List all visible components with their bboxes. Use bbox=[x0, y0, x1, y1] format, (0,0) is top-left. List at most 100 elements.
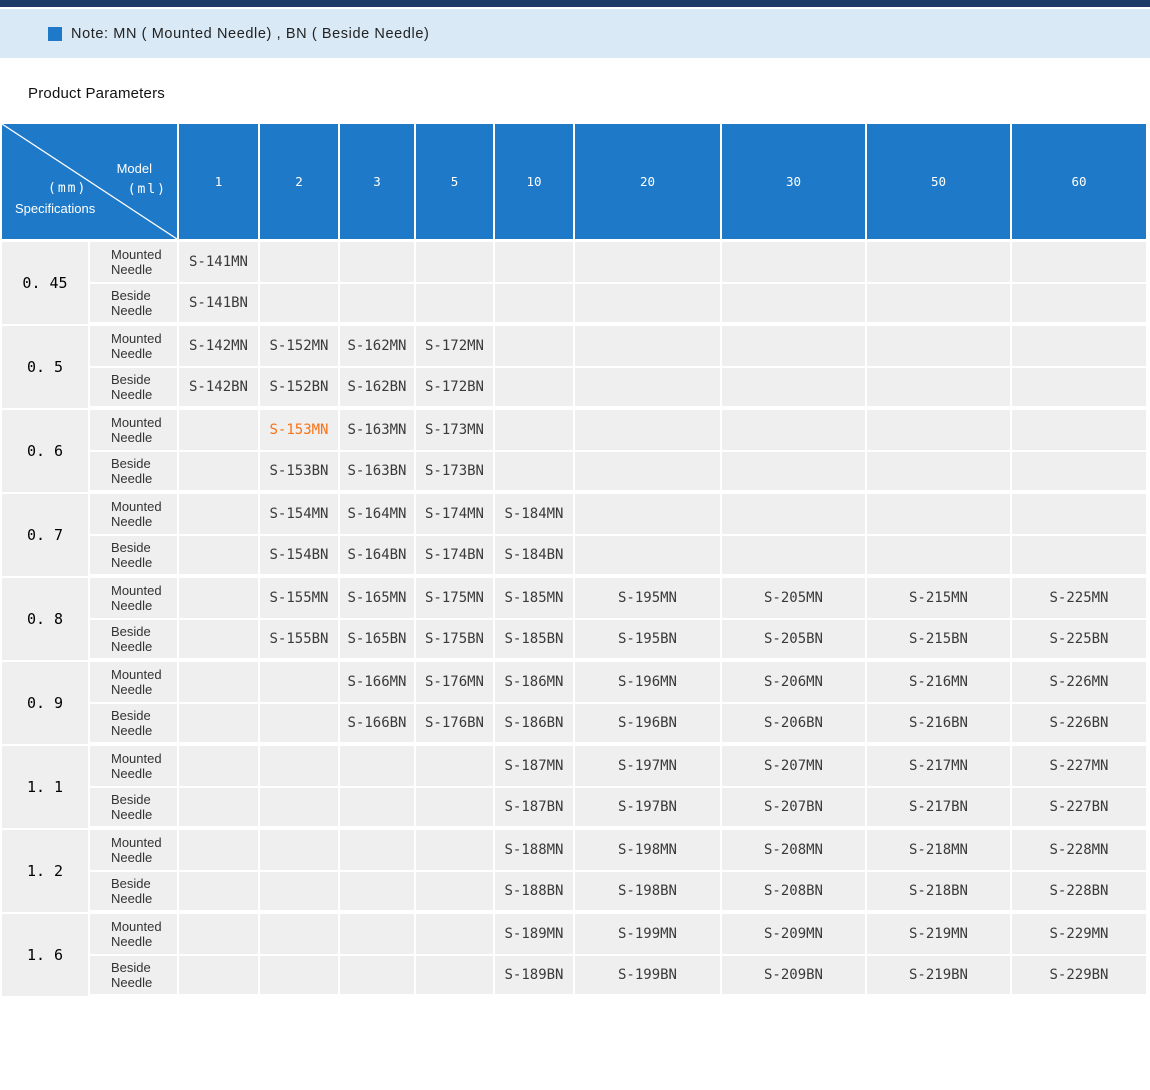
model-cell: S-209MN bbox=[722, 914, 867, 956]
empty-cell bbox=[575, 284, 722, 326]
model-cell: S-164MN bbox=[340, 494, 416, 536]
mounted-needle-label: MountedNeedle bbox=[90, 578, 179, 620]
model-cell: S-225BN bbox=[1012, 620, 1148, 662]
model-cell: S-163BN bbox=[340, 452, 416, 494]
model-cell: S-227MN bbox=[1012, 746, 1148, 788]
model-cell: S-217MN bbox=[867, 746, 1012, 788]
empty-cell bbox=[416, 872, 495, 914]
empty-cell bbox=[179, 704, 260, 746]
empty-cell bbox=[179, 662, 260, 704]
spec-label: 0. 6 bbox=[2, 410, 90, 494]
model-cell: S-197BN bbox=[575, 788, 722, 830]
beside-needle-label: BesideNeedle bbox=[90, 788, 179, 830]
empty-cell bbox=[179, 578, 260, 620]
empty-cell bbox=[495, 368, 575, 410]
table-row: BesideNeedleS-155BNS-165BNS-175BNS-185BN… bbox=[2, 620, 1148, 662]
empty-cell bbox=[179, 494, 260, 536]
empty-cell bbox=[179, 830, 260, 872]
empty-cell bbox=[1012, 494, 1148, 536]
empty-cell bbox=[867, 326, 1012, 368]
empty-cell bbox=[416, 914, 495, 956]
beside-needle-label: BesideNeedle bbox=[90, 536, 179, 578]
corner-specifications-label: (mm) Specifications bbox=[15, 180, 95, 217]
mounted-needle-label: MountedNeedle bbox=[90, 242, 179, 284]
empty-cell bbox=[179, 746, 260, 788]
spec-label: 0. 7 bbox=[2, 494, 90, 578]
empty-cell bbox=[416, 788, 495, 830]
spec-label: 0. 45 bbox=[2, 242, 90, 326]
mounted-needle-label: MountedNeedle bbox=[90, 662, 179, 704]
model-cell: S-216MN bbox=[867, 662, 1012, 704]
model-cell: S-162BN bbox=[340, 368, 416, 410]
empty-cell bbox=[1012, 368, 1148, 410]
empty-cell bbox=[722, 410, 867, 452]
column-header-2ml: 2 bbox=[260, 124, 340, 242]
model-cell: S-141MN bbox=[179, 242, 260, 284]
column-header-10ml: 10 bbox=[495, 124, 575, 242]
corner-header-cell: Model (ml) (mm) Specifications bbox=[2, 124, 179, 242]
model-cell: S-172BN bbox=[416, 368, 495, 410]
table-row: 1. 1MountedNeedleS-187MNS-197MNS-207MNS-… bbox=[2, 746, 1148, 788]
model-cell: S-174MN bbox=[416, 494, 495, 536]
model-cell: S-198BN bbox=[575, 872, 722, 914]
empty-cell bbox=[1012, 326, 1148, 368]
model-cell: S-199MN bbox=[575, 914, 722, 956]
table-row: 0. 7MountedNeedleS-154MNS-164MNS-174MNS-… bbox=[2, 494, 1148, 536]
model-cell: S-215MN bbox=[867, 578, 1012, 620]
model-cell: S-186MN bbox=[495, 662, 575, 704]
table-row: BesideNeedleS-187BNS-197BNS-207BNS-217BN… bbox=[2, 788, 1148, 830]
model-cell: S-155MN bbox=[260, 578, 340, 620]
model-cell: S-188BN bbox=[495, 872, 575, 914]
product-parameters-table: Model (ml) (mm) Specifications 123510203… bbox=[2, 124, 1148, 998]
model-cell: S-185BN bbox=[495, 620, 575, 662]
model-cell: S-142MN bbox=[179, 326, 260, 368]
empty-cell bbox=[179, 410, 260, 452]
mounted-needle-label: MountedNeedle bbox=[90, 494, 179, 536]
model-cell: S-176BN bbox=[416, 704, 495, 746]
empty-cell bbox=[416, 830, 495, 872]
model-cell-highlighted[interactable]: S-153MN bbox=[260, 410, 340, 452]
model-cell: S-173BN bbox=[416, 452, 495, 494]
model-cell: S-228MN bbox=[1012, 830, 1148, 872]
empty-cell bbox=[575, 410, 722, 452]
column-header-60ml: 60 bbox=[1012, 124, 1148, 242]
column-header-20ml: 20 bbox=[575, 124, 722, 242]
beside-needle-label: BesideNeedle bbox=[90, 956, 179, 998]
empty-cell bbox=[722, 326, 867, 368]
empty-cell bbox=[260, 746, 340, 788]
empty-cell bbox=[575, 536, 722, 578]
column-header-5ml: 5 bbox=[416, 124, 495, 242]
empty-cell bbox=[495, 326, 575, 368]
empty-cell bbox=[260, 704, 340, 746]
empty-cell bbox=[722, 368, 867, 410]
empty-cell bbox=[495, 452, 575, 494]
empty-cell bbox=[179, 914, 260, 956]
model-cell: S-228BN bbox=[1012, 872, 1148, 914]
empty-cell bbox=[867, 284, 1012, 326]
empty-cell bbox=[495, 242, 575, 284]
empty-cell bbox=[179, 620, 260, 662]
model-cell: S-209BN bbox=[722, 956, 867, 998]
empty-cell bbox=[495, 284, 575, 326]
mounted-needle-label: MountedNeedle bbox=[90, 746, 179, 788]
model-cell: S-197MN bbox=[575, 746, 722, 788]
model-cell: S-208MN bbox=[722, 830, 867, 872]
beside-needle-label: BesideNeedle bbox=[90, 704, 179, 746]
empty-cell bbox=[260, 662, 340, 704]
table-row: BesideNeedleS-166BNS-176BNS-186BNS-196BN… bbox=[2, 704, 1148, 746]
model-cell: S-229MN bbox=[1012, 914, 1148, 956]
model-cell: S-142BN bbox=[179, 368, 260, 410]
table-row: BesideNeedleS-189BNS-199BNS-209BNS-219BN… bbox=[2, 956, 1148, 998]
empty-cell bbox=[260, 956, 340, 998]
model-cell: S-226BN bbox=[1012, 704, 1148, 746]
table-row: 0. 5MountedNeedleS-142MNS-152MNS-162MNS-… bbox=[2, 326, 1148, 368]
model-cell: S-216BN bbox=[867, 704, 1012, 746]
table-row: BesideNeedleS-154BNS-164BNS-174BNS-184BN bbox=[2, 536, 1148, 578]
empty-cell bbox=[340, 914, 416, 956]
model-cell: S-218MN bbox=[867, 830, 1012, 872]
column-header-30ml: 30 bbox=[722, 124, 867, 242]
spec-label: 1. 1 bbox=[2, 746, 90, 830]
model-cell: S-225MN bbox=[1012, 578, 1148, 620]
column-header-1ml: 1 bbox=[179, 124, 260, 242]
empty-cell bbox=[722, 242, 867, 284]
